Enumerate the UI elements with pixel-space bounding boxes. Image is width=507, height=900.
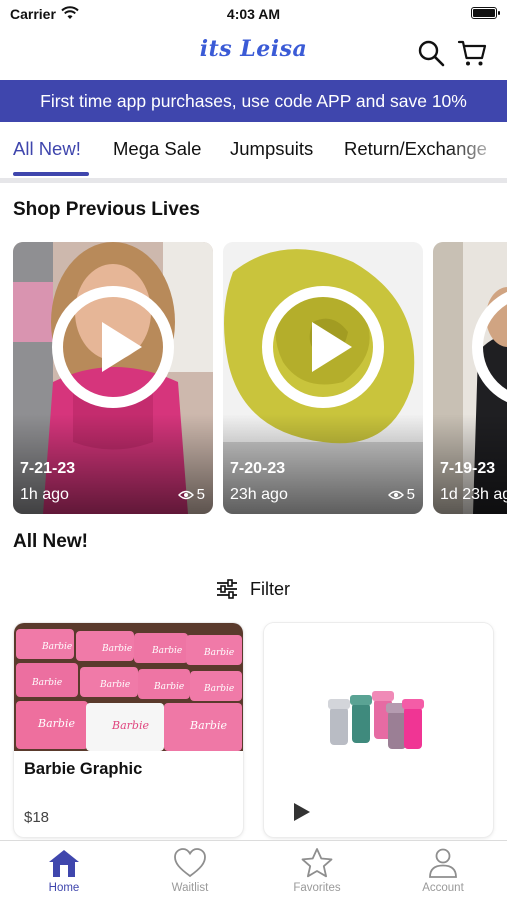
tab-label: Waitlist [171, 882, 209, 894]
product-price: $18 [24, 809, 50, 826]
app-header: its Leisa [0, 30, 507, 78]
tab-label: Account [422, 882, 464, 894]
battery-icon [471, 7, 500, 19]
tab-label: Home [48, 882, 80, 894]
eye-icon [387, 490, 404, 499]
filter-sliders-icon [217, 579, 237, 599]
barbie-print: Barbie [151, 646, 182, 656]
tab-jumpsuits[interactable]: Jumpsuits [230, 138, 313, 160]
live-date: 7-20-23 [230, 460, 286, 477]
barbie-print: Barbie [37, 717, 75, 730]
live-view-count: 5 [387, 486, 415, 503]
person-icon [429, 848, 457, 878]
live-time-ago: 1h ago [20, 486, 69, 503]
filter-label: Filter [250, 578, 290, 599]
heart-icon [174, 848, 206, 878]
play-button[interactable] [52, 286, 174, 408]
product-card[interactable]: Barbie Barbie Barbie Barbie Barbie Barbi… [14, 623, 243, 837]
status-time: 4:03 AM [226, 6, 281, 22]
live-card[interactable]: 7-20-23 23h ago 5 [223, 242, 423, 514]
filter-button[interactable]: Filter [216, 576, 290, 602]
search-icon[interactable] [416, 38, 446, 68]
view-count: 5 [406, 486, 415, 503]
barbie-print: Barbie [99, 680, 130, 690]
tabs-divider [0, 178, 507, 183]
barbie-print: Barbie [31, 678, 62, 688]
barbie-print: Barbie [111, 719, 149, 732]
active-tab-indicator [13, 172, 89, 176]
lives-carousel[interactable]: 7-21-23 1h ago 5 7-20-23 23h ago 5 7-19-… [0, 242, 507, 514]
barbie-print: Barbie [41, 642, 72, 652]
tab-all-new[interactable]: All New! [13, 138, 81, 160]
tab-mega-sale[interactable]: Mega Sale [113, 138, 201, 160]
barbie-print: Barbie [153, 682, 184, 692]
all-new-section-title: All New! [13, 531, 88, 552]
view-count: 5 [196, 486, 205, 503]
product-card[interactable] [264, 623, 493, 837]
promo-banner[interactable]: First time app purchases, use code APP a… [0, 80, 507, 122]
live-date: 7-21-23 [20, 460, 76, 477]
live-time-ago: 1d 23h ago [440, 486, 507, 503]
barbie-print: Barbie [189, 719, 227, 732]
status-bar: Carrier 4:03 AM [0, 0, 507, 28]
tab-label: Favorites [293, 882, 341, 894]
barbie-print: Barbie [101, 644, 132, 654]
live-card[interactable]: 7-21-23 1h ago 5 [13, 242, 213, 514]
live-view-count: 5 [177, 486, 205, 503]
live-card[interactable]: 7-19-23 1d 23h ago [433, 242, 507, 514]
product-image [264, 623, 493, 773]
category-tabs: All New! Mega Sale Jumpsuits Return/Exch… [0, 123, 507, 179]
eye-icon [177, 490, 194, 499]
product-name: Barbie Graphic [24, 760, 143, 778]
tab-favorites[interactable]: Favorites [272, 847, 362, 894]
barbie-print: Barbie [203, 648, 234, 658]
live-date: 7-19-23 [440, 460, 496, 477]
play-button[interactable] [262, 286, 384, 408]
cart-icon[interactable] [457, 38, 487, 68]
bottom-tab-bar: Home Waitlist Favorites Account [0, 840, 507, 900]
tab-home[interactable]: Home [19, 847, 109, 894]
star-icon [301, 848, 333, 878]
product-image: Barbie Barbie Barbie Barbie Barbie Barbi… [14, 623, 243, 751]
lives-section-title: Shop Previous Lives [13, 199, 200, 220]
tab-waitlist[interactable]: Waitlist [145, 847, 235, 894]
live-time-ago: 23h ago [230, 486, 288, 503]
barbie-print: Barbie [203, 684, 234, 694]
tab-account[interactable]: Account [398, 847, 488, 894]
video-play-icon[interactable] [294, 803, 310, 821]
home-icon [49, 850, 79, 877]
